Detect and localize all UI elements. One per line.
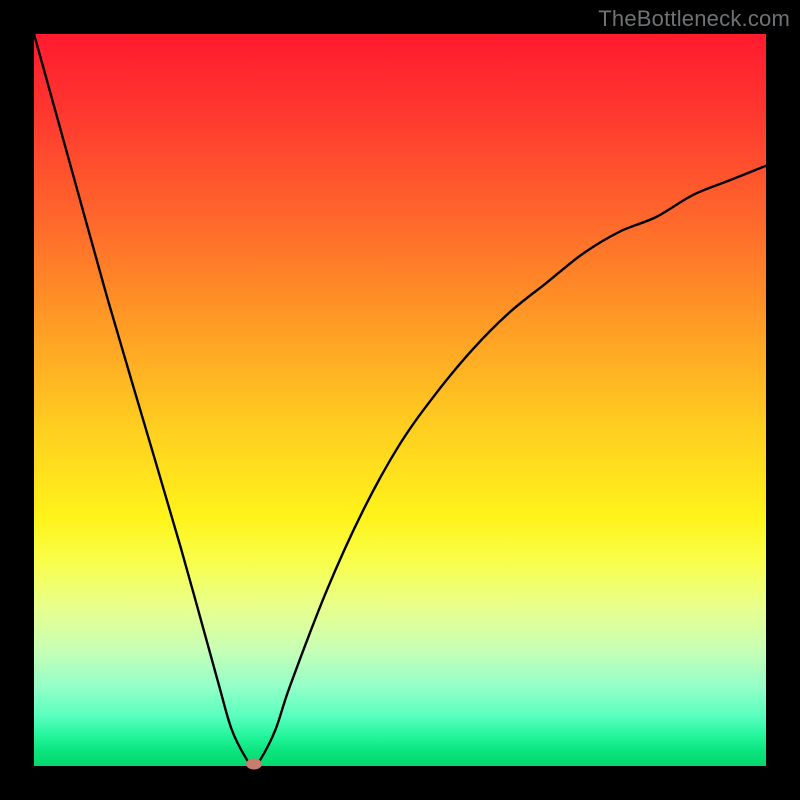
curve-svg	[34, 34, 766, 766]
minimum-marker	[246, 759, 262, 770]
watermark-text: TheBottleneck.com	[598, 6, 790, 32]
plot-area	[34, 34, 766, 766]
chart-frame: TheBottleneck.com	[0, 0, 800, 800]
bottleneck-curve	[34, 34, 766, 766]
